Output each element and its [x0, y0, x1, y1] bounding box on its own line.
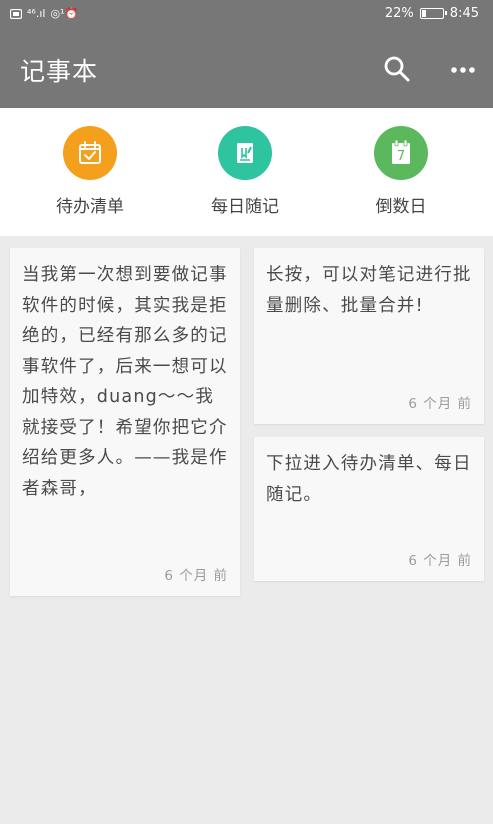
- note-text: 下拉进入待办清单、每日随记。: [266, 454, 472, 505]
- search-button[interactable]: [382, 54, 412, 84]
- shortcut-todo[interactable]: 待办清单: [30, 126, 150, 217]
- network-signal-icon: ⁴⁶.ıl: [27, 7, 46, 20]
- note-timestamp: 6 个月 前: [408, 396, 472, 412]
- app-bar: 记事本: [0, 30, 493, 108]
- battery-icon: [419, 8, 447, 19]
- note-text: 长按，可以对笔记进行批量删除、批量合并!: [266, 265, 472, 316]
- countdown-icon: 7: [374, 126, 428, 180]
- note-card[interactable]: 长按，可以对笔记进行批量删除、批量合并! 6 个月 前: [254, 248, 484, 424]
- shortcut-label: 每日随记: [211, 197, 279, 217]
- note-card[interactable]: 下拉进入待办清单、每日随记。 6 个月 前: [254, 437, 484, 581]
- countdown-number: 7: [397, 149, 405, 164]
- more-button[interactable]: [448, 58, 478, 82]
- note-timestamp: 6 个月 前: [164, 568, 228, 584]
- todo-icon: [63, 126, 117, 180]
- search-icon: [384, 56, 410, 82]
- sim-icon: [10, 9, 22, 19]
- status-bar: ⁴⁶.ıl ◎¹⏰ 22% 8:45: [0, 0, 493, 30]
- note-timestamp: 6 个月 前: [408, 553, 472, 569]
- battery-percent: 22%: [384, 6, 414, 21]
- status-left: ⁴⁶.ıl ◎¹⏰: [10, 7, 78, 21]
- note-card[interactable]: 当我第一次想到要做记事软件的时候，其实我是拒绝的，已经有那么多的记事软件了，后来…: [10, 248, 240, 596]
- clock: 8:45: [449, 6, 479, 21]
- shortcut-label: 倒数日: [375, 197, 427, 217]
- status-right: 22% 8:45: [385, 6, 479, 21]
- shortcut-diary[interactable]: 每日随记: [185, 126, 305, 217]
- battery-fill: [421, 10, 426, 17]
- shortcut-label: 待办清单: [56, 197, 124, 217]
- wifi-alarm-icons: ◎¹⏰: [50, 7, 79, 20]
- note-text: 当我第一次想到要做记事软件的时候，其实我是拒绝的，已经有那么多的记事软件了，后来…: [22, 265, 228, 499]
- shortcut-bar: 待办清单 每日随记 7 倒数日: [0, 108, 493, 236]
- more-icon: [451, 67, 475, 73]
- diary-icon: [218, 126, 272, 180]
- app-title: 记事本: [20, 57, 99, 86]
- shortcut-countdown[interactable]: 7 倒数日: [341, 126, 461, 217]
